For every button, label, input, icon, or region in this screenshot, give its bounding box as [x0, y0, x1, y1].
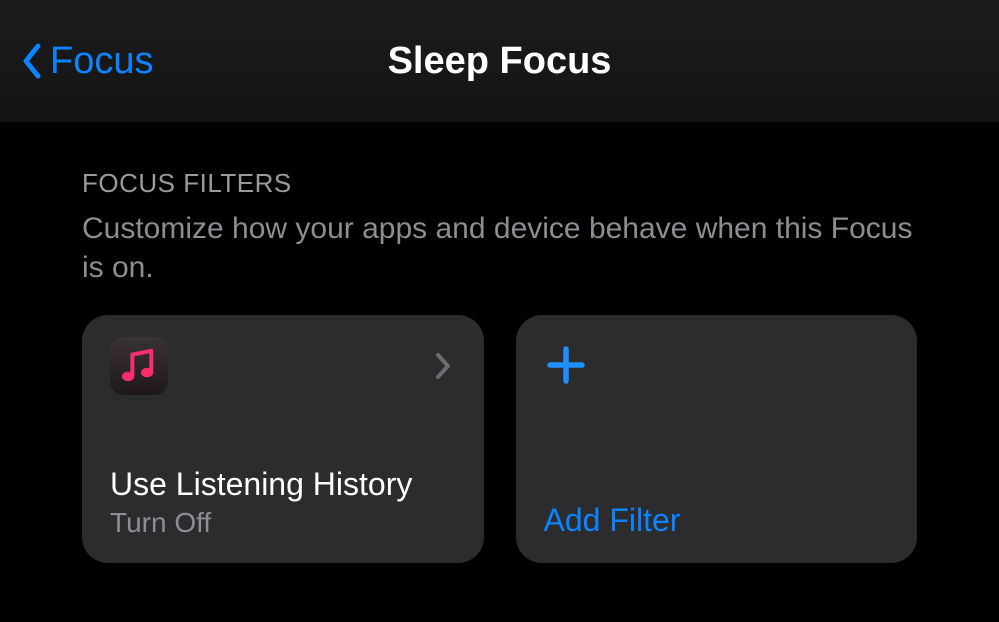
section-description: Customize how your apps and device behav… — [82, 209, 917, 287]
filter-cards-row: Use Listening History Turn Off Add Filte… — [82, 315, 917, 563]
add-filter-card[interactable]: Add Filter — [516, 315, 918, 563]
filter-card-listening-history[interactable]: Use Listening History Turn Off — [82, 315, 484, 563]
music-app-icon — [110, 337, 168, 395]
content-area: FOCUS FILTERS Customize how your apps an… — [0, 122, 999, 563]
card-top-row — [544, 337, 890, 389]
plus-icon — [542, 341, 590, 389]
back-label: Focus — [50, 40, 153, 83]
card-top-row — [110, 337, 456, 395]
chevron-right-icon — [434, 351, 452, 381]
back-button[interactable]: Focus — [20, 40, 153, 83]
filter-title: Use Listening History — [110, 466, 456, 503]
card-bottom: Use Listening History Turn Off — [110, 466, 456, 539]
page-title: Sleep Focus — [388, 40, 612, 83]
navigation-bar: Focus Sleep Focus — [0, 0, 999, 122]
card-bottom: Add Filter — [544, 502, 890, 539]
chevron-left-icon — [20, 41, 44, 81]
add-filter-label: Add Filter — [544, 502, 890, 539]
filter-subtitle: Turn Off — [110, 507, 456, 539]
section-header: FOCUS FILTERS — [82, 168, 917, 199]
